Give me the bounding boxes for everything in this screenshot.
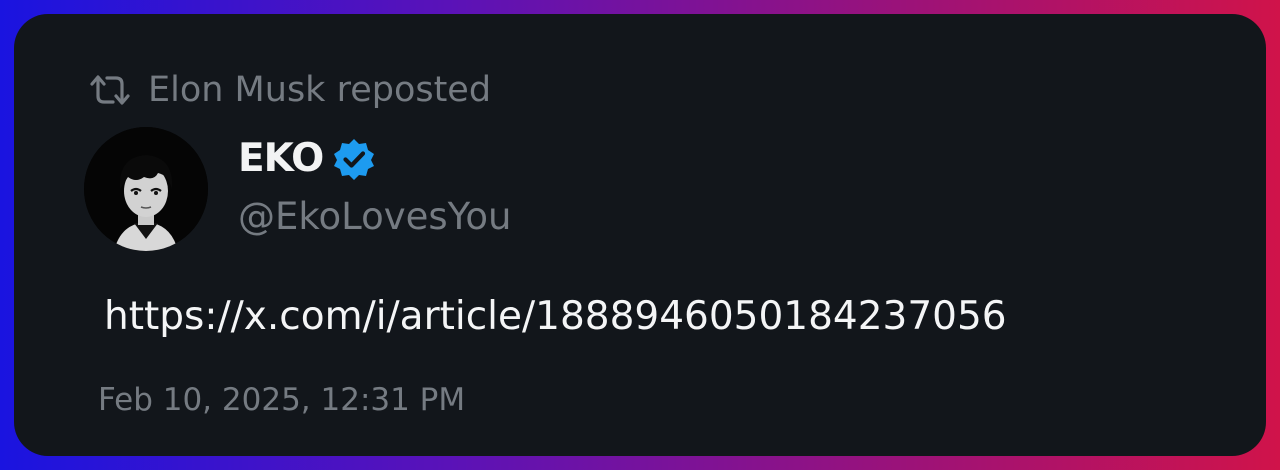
author-display-name[interactable]: EKO [238,134,324,184]
author-name-row[interactable]: EKO [238,134,377,184]
post-card[interactable]: Elon Musk reposted EKO @EkoLovesYou http… [14,14,1266,456]
avatar[interactable] [84,127,208,251]
repost-context[interactable]: Elon Musk reposted [86,68,491,112]
author-handle[interactable]: @EkoLovesYou [238,192,511,242]
verified-badge-icon [331,136,377,182]
post-timestamp[interactable]: Feb 10, 2025, 12:31 PM [98,378,465,422]
repost-icon [86,72,134,108]
repost-label: Elon Musk reposted [148,70,492,110]
post-text-link[interactable]: https://x.com/i/article/1888946050184237… [104,292,1007,342]
